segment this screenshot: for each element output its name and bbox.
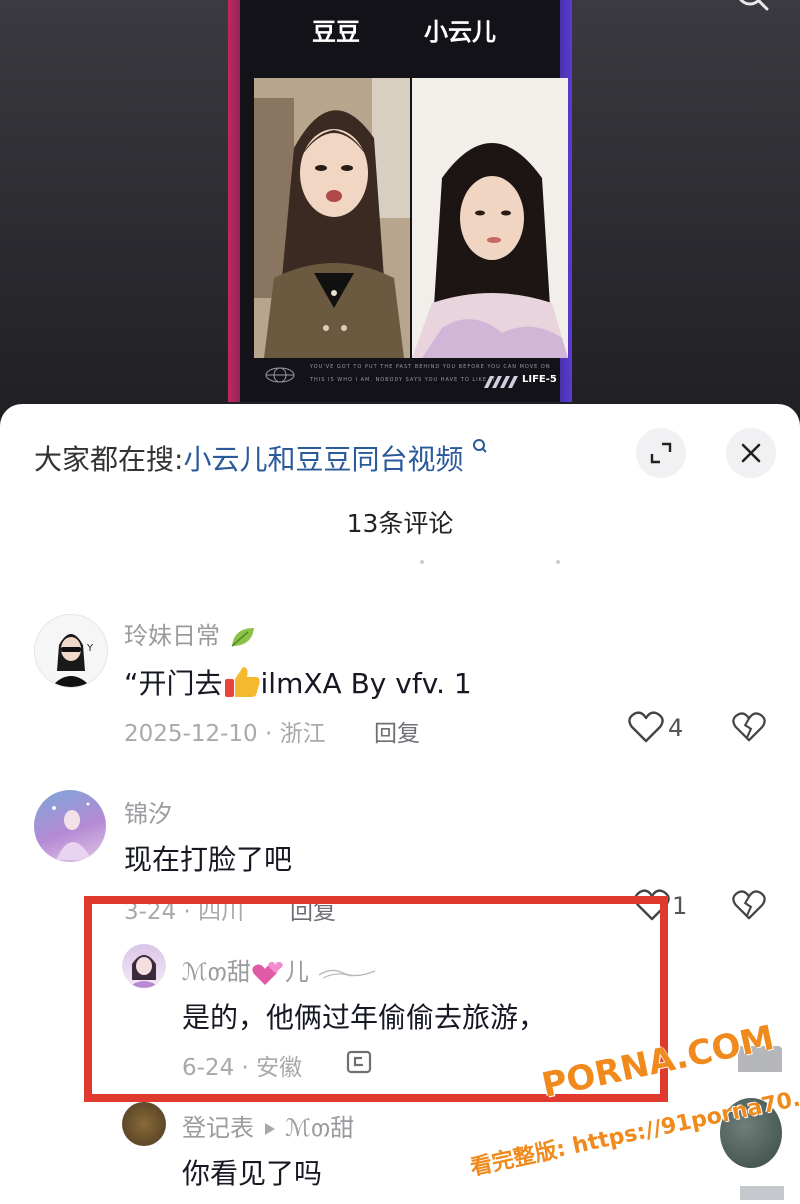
dislike-broken-heart-icon[interactable] (732, 710, 766, 744)
avatar[interactable]: Y (34, 614, 108, 688)
comment-text: 现在打脸了吧 (124, 843, 293, 876)
dislike-broken-heart-icon[interactable] (732, 888, 766, 922)
search-icon (473, 439, 488, 453)
leaf-emoji-icon (231, 628, 254, 647)
thumbs-up-emoji-icon (224, 667, 260, 697)
right-streamer-name: 小云儿 (424, 18, 496, 46)
life-badge: LIFE-5 (522, 374, 557, 385)
reply-text: 你看见了吗 (182, 1157, 323, 1190)
divider-dot (556, 560, 560, 564)
reply-button[interactable]: 回复 (374, 714, 420, 748)
comment-username[interactable]: 玲妹日常 (124, 616, 258, 651)
avatar[interactable] (34, 790, 106, 862)
comment-username[interactable]: 锦汐 (124, 794, 172, 829)
svg-text:Y: Y (86, 643, 94, 654)
avatar[interactable] (122, 1102, 166, 1146)
like-count: 1 (672, 892, 688, 920)
divider-dot (420, 560, 424, 564)
stripes-decoration-icon (484, 376, 518, 388)
video-caption-line-2: THIS IS WHO I AM. NOBODY SAYS YOU HAVE T… (310, 377, 499, 383)
hot-search-prefix: 大家都在搜: (34, 443, 184, 476)
left-participant-video (254, 78, 410, 358)
video-caption-line-1: YOU'VE GOT TO PUT THE PAST BEHIND YOU BE… (310, 364, 551, 370)
like-heart-icon[interactable] (628, 710, 664, 744)
close-button[interactable] (726, 428, 776, 478)
hot-search-link[interactable]: 小云儿和豆豆同台视频 (183, 443, 463, 476)
reply-arrow-icon (264, 1123, 275, 1135)
close-icon (741, 443, 761, 463)
reply-username[interactable]: 登记表 ℳთ甜 (182, 1108, 354, 1143)
search-icon[interactable] (734, 0, 774, 22)
hot-search-bar[interactable]: 大家都在搜:小云儿和豆豆同台视频 (34, 438, 488, 478)
right-participant-video (412, 78, 568, 358)
thumbnail-image (740, 1186, 784, 1200)
comment-text: “开门去 ilmXA By vfv. 1 (124, 667, 472, 700)
globe-logo-icon (265, 367, 295, 383)
expand-button[interactable] (636, 428, 686, 478)
comment-meta: 2025-12-10 · 浙江 (124, 721, 326, 747)
comment-item: Y 玲妹日常 “开门去 ilmXA By vfv. 1 2025-12-10 ·… (0, 610, 800, 760)
comment-count: 13条评论 (346, 509, 454, 538)
like-count: 4 (668, 714, 684, 742)
left-streamer-name: 豆豆 (312, 18, 360, 46)
video-frame: 豆豆 小云儿 YOU'VE GOT TO PUT THE PAST BEHIND… (228, 0, 572, 402)
video-player[interactable]: 豆豆 小云儿 YOU'VE GOT TO PUT THE PAST BEHIND… (0, 0, 800, 420)
expand-icon (650, 442, 672, 464)
